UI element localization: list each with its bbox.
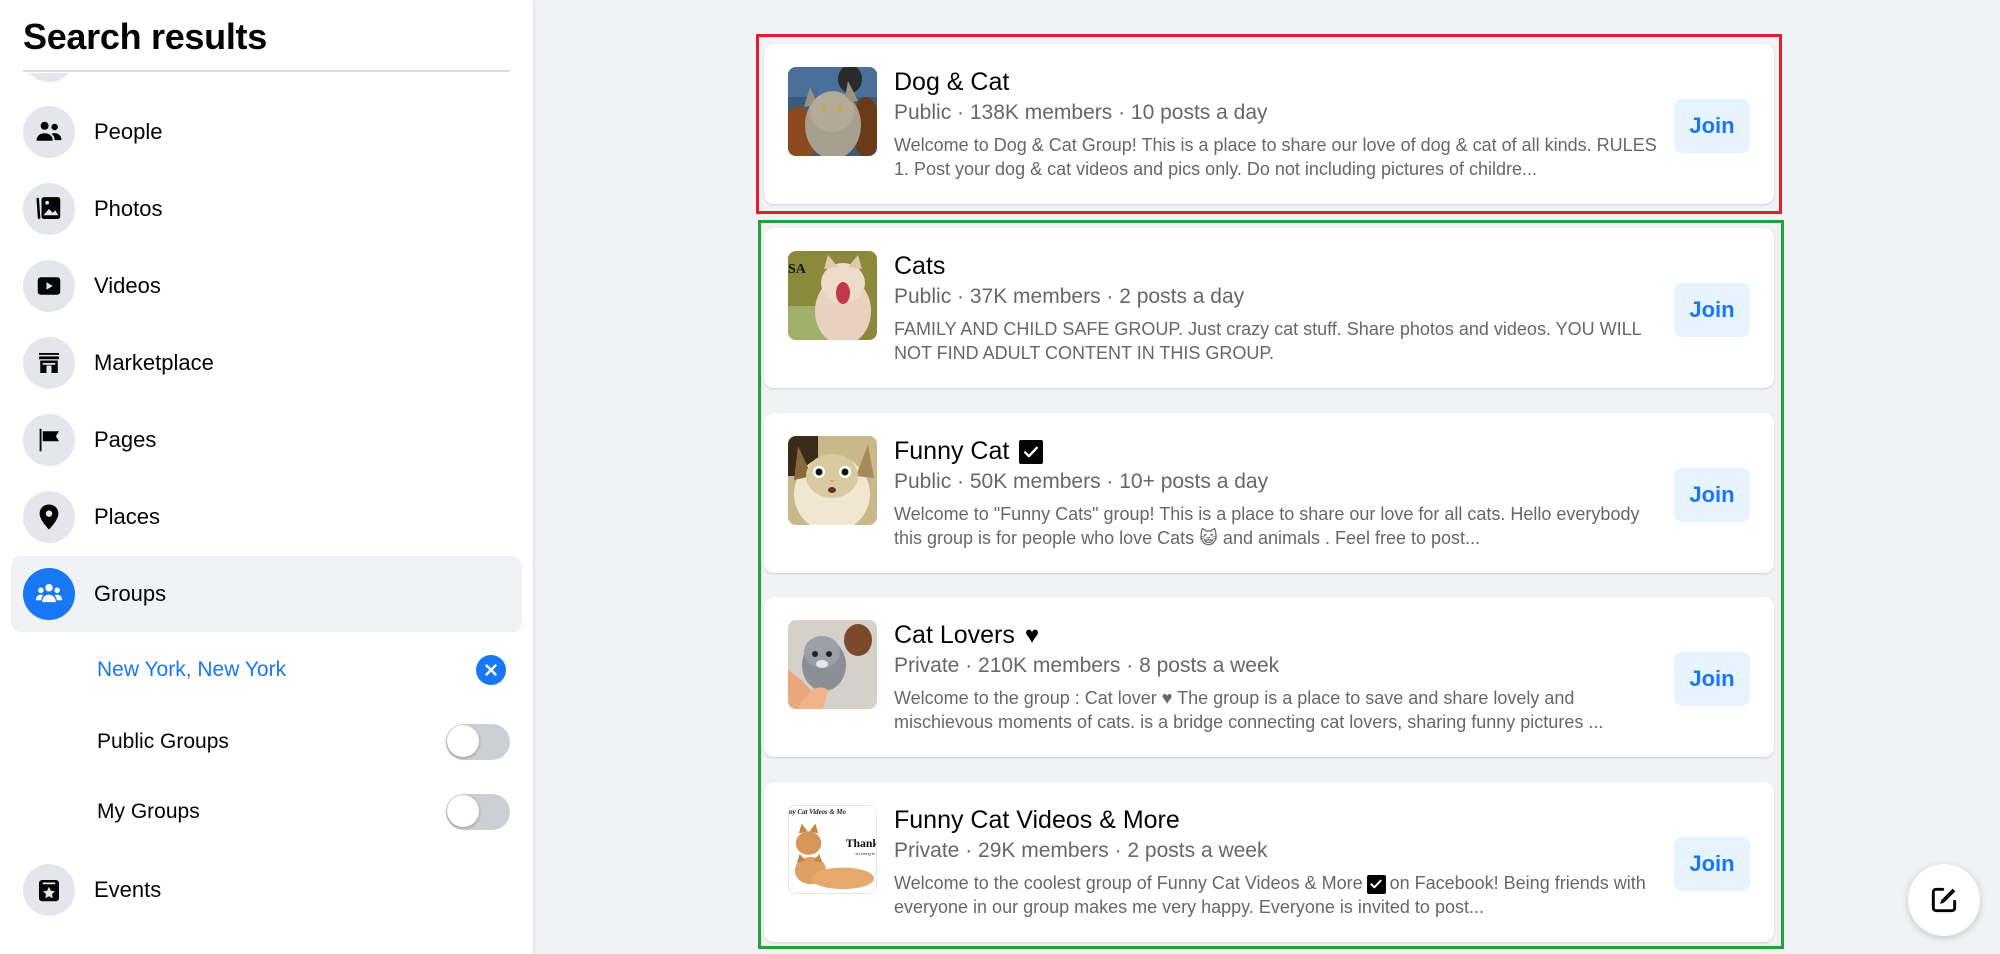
description-text: Welcome to the coolest group of Funny Ca… (894, 873, 1363, 893)
group-name-link[interactable]: Funny Cat (894, 437, 1009, 466)
sidebar-item-label: Places (94, 504, 161, 529)
thumbnail-text: SA (788, 262, 807, 277)
group-meta: Private · 210K members · 8 posts a week (894, 654, 1280, 677)
group-result-card[interactable]: SA Cats Public · 37K members · 2 posts a… (764, 228, 1774, 388)
sidebar-item-places[interactable]: Places (11, 479, 522, 555)
groups-icon (23, 568, 75, 620)
group-description: Welcome to the group : Cat lover ♥ The g… (894, 688, 1604, 732)
sidebar-item-label: Events (94, 877, 162, 902)
my-groups-toggle[interactable] (446, 794, 510, 830)
compose-edit-icon (1931, 887, 1957, 913)
group-description: Welcome to Dog & Cat Group! This is a pl… (894, 135, 1657, 179)
toggle-knob (447, 795, 479, 827)
clear-location-button[interactable] (476, 655, 506, 685)
public-groups-label: Public Groups (97, 730, 229, 753)
search-filters-sidebar: Search results People Photos Videos Mark… (0, 0, 534, 954)
join-button[interactable]: Join (1674, 99, 1750, 153)
group-name-link[interactable]: Dog & Cat (894, 68, 1009, 97)
group-name-link[interactable]: Funny Cat Videos & More (894, 806, 1180, 835)
sidebar-item-events[interactable]: Events (11, 852, 522, 928)
sidebar-item-label: Photos (94, 196, 163, 221)
group-name[interactable]: Cat Lovers ♥ (894, 621, 1039, 650)
group-name[interactable]: Dog & Cat (894, 68, 1009, 97)
group-name[interactable]: Cats (894, 252, 945, 281)
thumbnail-text: ny Cat Videos & Mo (789, 809, 846, 816)
new-message-button[interactable] (1908, 864, 1980, 936)
heart-emoji-icon: ♥ (1024, 621, 1040, 649)
group-description: Welcome to the coolest group of Funny Ca… (894, 871, 1664, 919)
group-thumbnail[interactable]: ny Cat Videos & Mo Thank for being in (788, 805, 877, 894)
marketplace-store-icon (23, 337, 75, 389)
checkbox-emoji-icon (1019, 439, 1044, 464)
group-name-link[interactable]: Cats (894, 252, 945, 281)
sidebar-item-videos[interactable]: Videos (11, 248, 522, 324)
close-icon (485, 664, 497, 676)
thumbnail-text: Thank (846, 837, 876, 850)
toggle-knob (447, 725, 479, 757)
group-name[interactable]: Funny Cat (894, 437, 1044, 466)
sidebar-item-photos[interactable]: Photos (11, 171, 522, 247)
sidebar-item-label: Pages (94, 427, 157, 452)
flag-icon (23, 414, 75, 466)
sidebar-item-label: Marketplace (94, 350, 214, 375)
group-meta: Public · 37K members · 2 posts a day (894, 285, 1245, 308)
location-filter-label[interactable]: New York, New York (97, 658, 286, 682)
location-filter[interactable]: New York, New York (97, 648, 510, 692)
group-thumbnail[interactable] (788, 67, 877, 156)
group-meta: Public · 138K members · 10 posts a day (894, 101, 1268, 124)
join-button[interactable]: Join (1674, 652, 1750, 706)
group-name-link[interactable]: Cat Lovers (894, 621, 1015, 650)
sidebar-item-label: Videos (94, 273, 161, 298)
group-result-card[interactable]: Funny Cat Public · 50K members · 10+ pos… (764, 413, 1774, 573)
page-title: Search results (23, 16, 267, 57)
public-groups-toggle[interactable] (446, 724, 510, 760)
sidebar-item-marketplace[interactable]: Marketplace (11, 325, 522, 401)
group-thumbnail[interactable] (788, 436, 877, 525)
sidebar-item-groups[interactable]: Groups (11, 556, 522, 632)
group-name[interactable]: Funny Cat Videos & More (894, 806, 1180, 835)
video-play-icon (23, 260, 75, 312)
people-icon (23, 106, 75, 158)
group-thumbnail[interactable]: SA (788, 251, 877, 340)
group-result-card[interactable]: ny Cat Videos & Mo Thank for being in Fu… (764, 782, 1774, 942)
checkbox-emoji-icon (1366, 874, 1386, 894)
sidebar-item-label: People (94, 119, 163, 144)
sidebar-divider (23, 70, 510, 72)
location-pin-icon (23, 491, 75, 543)
join-button[interactable]: Join (1674, 837, 1750, 891)
my-groups-filter: My Groups (97, 790, 510, 834)
event-star-icon (23, 864, 75, 916)
join-button[interactable]: Join (1674, 468, 1750, 522)
group-description: FAMILY AND CHILD SAFE GROUP. Just crazy … (894, 319, 1641, 363)
sidebar-item-pages[interactable]: Pages (11, 402, 522, 478)
group-description: Welcome to "Funny Cats" group! This is a… (894, 504, 1640, 548)
thumbnail-text: for being in (855, 851, 874, 856)
sidebar-item-people[interactable]: People (11, 94, 522, 170)
my-groups-label: My Groups (97, 800, 200, 823)
group-result-card[interactable]: Dog & Cat Public · 138K members · 10 pos… (764, 44, 1774, 204)
sidebar-item-label: Groups (94, 581, 167, 606)
group-meta: Private · 29K members · 2 posts a week (894, 839, 1268, 862)
group-thumbnail[interactable] (788, 620, 877, 709)
photos-icon (23, 183, 75, 235)
public-groups-filter: Public Groups (97, 720, 510, 764)
group-result-card[interactable]: Cat Lovers ♥ Private · 210K members · 8 … (764, 597, 1774, 757)
join-button[interactable]: Join (1674, 283, 1750, 337)
group-meta: Public · 50K members · 10+ posts a day (894, 470, 1269, 493)
